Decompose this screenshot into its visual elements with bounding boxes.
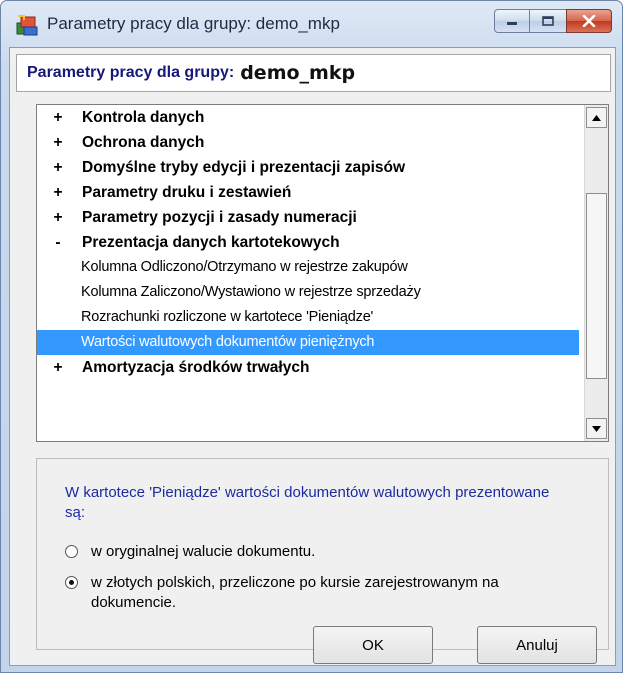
tree-item-label: Kontrola danych	[82, 109, 205, 126]
radio-label: w oryginalnej walucie dokumentu.	[91, 543, 316, 560]
tree-group-item[interactable]: + Domyślne tryby edycji i prezentacji zap…	[37, 155, 579, 180]
tree-item-label: Kolumna Odliczono/Otrzymano w rejestrze …	[81, 259, 408, 275]
expand-icon[interactable]: +	[51, 205, 65, 230]
radio-original-currency[interactable]: w oryginalnej walucie dokumentu.	[65, 542, 585, 564]
tree-child-item[interactable]: Kolumna Zaliczono/Wystawiono w rejestrze…	[37, 280, 579, 305]
close-icon	[582, 15, 596, 27]
minimize-icon	[507, 22, 517, 25]
expand-icon[interactable]: +	[51, 155, 65, 180]
tree-scrollbar[interactable]	[584, 105, 608, 441]
group-header: Parametry pracy dla grupy: demo_mkp	[16, 54, 611, 92]
tree-group-item[interactable]: + Kontrola danych	[37, 105, 579, 130]
tree-group-item[interactable]: + Amortyzacja środków trwałych	[37, 355, 579, 380]
expand-icon[interactable]: +	[51, 105, 65, 130]
description-text: W kartotece 'Pieniądze' wartości dokumen…	[65, 484, 550, 521]
maximize-icon	[542, 16, 554, 26]
parameters-tree[interactable]: + Kontrola danych + Ochrona danych + Domyślne…	[36, 104, 609, 442]
tree-group-item[interactable]: - Prezentacja danych kartotekowych	[37, 230, 579, 255]
radio-polish-zloty[interactable]: w złotych polskich, przeliczone po kursi…	[65, 573, 585, 617]
scroll-down-button[interactable]	[586, 418, 607, 439]
description-panel: W kartotece 'Pieniądze' wartości dokumen…	[36, 458, 609, 650]
tree-item-label: Parametry druku i zestawień	[82, 184, 292, 201]
maximize-button[interactable]	[530, 9, 566, 33]
scroll-thumb[interactable]	[586, 193, 607, 379]
arrow-down-icon	[592, 425, 601, 432]
radio-button[interactable]	[65, 545, 78, 558]
tree-item-label: Amortyzacja środków trwałych	[82, 359, 310, 376]
tree-item-label: Wartości walutowych dokumentów pieniężny…	[81, 334, 375, 350]
tree-item-label: Rozrachunki rozliczone w kartotece 'Pien…	[81, 309, 374, 325]
tree-item-label: Domyślne tryby edycji i prezentacji zapi…	[82, 159, 406, 176]
scroll-up-button[interactable]	[586, 107, 607, 128]
app-icon	[16, 15, 38, 36]
group-name: demo_mkp	[240, 62, 356, 84]
cancel-button[interactable]: Anuluj	[477, 626, 597, 664]
tree-group-item[interactable]: + Parametry pozycji i zasady numeracji	[37, 205, 579, 230]
expand-icon[interactable]: +	[51, 130, 65, 155]
tree-item-label: Ochrona danych	[82, 134, 205, 151]
close-button[interactable]	[566, 9, 612, 33]
caption-buttons	[494, 9, 612, 33]
tree-child-item[interactable]: Rozrachunki rozliczone w kartotece 'Pien…	[37, 305, 579, 330]
dialog-window: Parametry pracy dla grupy: demo_mkp Para…	[0, 0, 623, 673]
title-bar[interactable]: Parametry pracy dla grupy: demo_mkp	[1, 1, 622, 47]
tree-item-label: Parametry pozycji i zasady numeracji	[82, 209, 357, 226]
window-title: Parametry pracy dla grupy: demo_mkp	[47, 14, 340, 33]
ok-button[interactable]: OK	[313, 626, 433, 664]
tree-child-item[interactable]: Wartości walutowych dokumentów pieniężny…	[37, 330, 579, 355]
minimize-button[interactable]	[494, 9, 530, 33]
collapse-icon[interactable]: -	[51, 230, 65, 255]
expand-icon[interactable]: +	[51, 355, 65, 380]
arrow-up-icon	[592, 114, 601, 121]
expand-icon[interactable]: +	[51, 180, 65, 205]
tree-group-item[interactable]: + Parametry druku i zestawień	[37, 180, 579, 205]
tree-list: + Kontrola danych + Ochrona danych + Domyślne…	[37, 105, 579, 380]
tree-item-label: Prezentacja danych kartotekowych	[82, 234, 340, 251]
tree-group-item[interactable]: + Ochrona danych	[37, 130, 579, 155]
dialog-client-area: Parametry pracy dla grupy: demo_mkp + Kon…	[9, 47, 616, 666]
radio-label: w złotych polskich, przeliczone po kursi…	[91, 574, 499, 611]
tree-child-item[interactable]: Kolumna Odliczono/Otrzymano w rejestrze …	[37, 255, 579, 280]
tree-item-label: Kolumna Zaliczono/Wystawiono w rejestrze…	[81, 284, 421, 300]
group-header-label: Parametry pracy dla grupy:	[27, 64, 235, 81]
radio-button-checked[interactable]	[65, 576, 78, 589]
